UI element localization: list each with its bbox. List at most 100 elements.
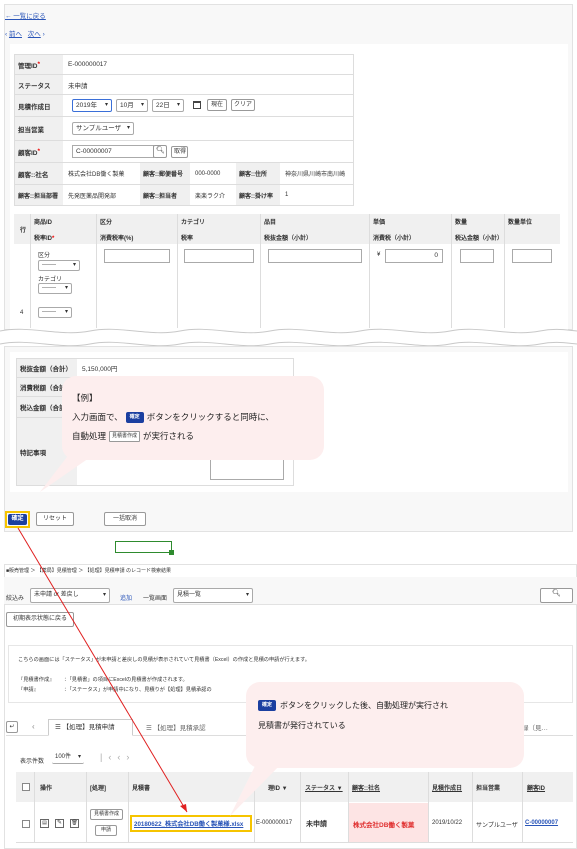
clear-button[interactable]: クリア [231,99,255,111]
list-col-ops: 操作 [40,786,53,792]
create-estimate-button[interactable]: 見積書作成 [90,809,123,820]
delete-icon[interactable]: 🗑︎ [70,819,79,828]
view-label: 一覧画面 [143,596,168,602]
today-button[interactable]: 現在 [207,99,227,111]
view-select[interactable]: 見積一覧 [173,588,253,603]
row-id: E-000000017 [256,820,293,826]
rate-value: 1 [285,192,289,198]
filter-select[interactable]: 未申請 or 差戻し [30,588,110,603]
chevron-right-icon: › [40,31,45,38]
col-kubun: 区分 [100,220,113,226]
sales-select[interactable]: サンプルユーザ [72,122,134,135]
search-button[interactable]: 🔍︎ [540,588,573,603]
col-tax-subtotal: 消費税（小計） [373,236,416,242]
category-select[interactable]: ------- [38,283,72,294]
category-input[interactable] [184,249,254,263]
kubun-select[interactable]: ------- [38,260,80,271]
person-label: 顧客::担当者 [140,185,190,205]
header-checkbox[interactable] [22,783,30,791]
list-col-company: 顧客::社名 [352,786,380,792]
cancel-all-button[interactable]: 一括取消 [104,512,146,526]
list-icon: ☰ [55,724,63,731]
status-label: ステータス [15,75,63,94]
apply-button[interactable]: 申請 [95,825,117,836]
reset-button[interactable]: リセット [36,512,74,526]
zip-value: 000-0000 [195,170,221,177]
company-value: 株式会社DB働く製菓 [68,172,125,178]
tab-estimate-approve[interactable]: ☰ 【処理】見積承認 [146,722,206,732]
col-item: 品目 [264,220,277,226]
customer-search-button[interactable]: 🔍︎ [153,145,167,158]
estimate-file-link[interactable]: 20180622_株式会社DB働く製菓様.xlsx [134,819,243,828]
col-qty-unit: 数量単位 [508,220,533,226]
category-label: カテゴリ [38,277,63,283]
list-col-customer: 顧客ID [527,786,546,792]
reset-view-button[interactable]: 初期表示状態に戻る [6,612,74,627]
tab-estimate-request[interactable]: ☰ 【処理】見積申請 [48,719,133,736]
confirm-chip: 確定 [258,700,277,712]
prev-link[interactable]: 前へ [9,31,22,38]
list-col-estimate: 見積書 [132,786,151,792]
col-qty: 数量 [455,220,468,226]
row-checkbox[interactable] [22,820,30,828]
confirm-button[interactable]: 確定 [8,514,27,525]
add-link[interactable]: 追加 [120,593,132,602]
row-number: 4 [20,310,24,316]
pager: ‹ 前へ 次へ › [5,28,45,38]
back-link[interactable]: ← 一覧に戻る [5,10,46,20]
bubble2-line2: 見積書が発行されている [258,721,346,730]
row-date: 2019/10/22 [432,820,463,826]
tax-id-select[interactable]: ------- [38,307,72,318]
next-link[interactable]: 次へ [28,31,41,38]
col-subtotal-in: 税込金額（小計） [455,236,504,242]
year-select[interactable]: 2019年 [72,99,112,112]
bubble1-line3: 自動処理 見積書作成 が実行される [72,431,195,443]
bubble1-line1: 【例】 [72,393,98,403]
id-value: E-000000017 [68,61,108,68]
count-select[interactable]: 100件 [52,752,84,764]
list-col-date: 見積作成日 [432,786,463,792]
day-select[interactable]: 22日 [152,99,184,112]
view-icon[interactable]: ▤ [40,819,49,828]
rate-label: 顧客::掛け率 [236,185,280,205]
desc-line-3: 『申請』 ：「ステータス」が申請中になり、見積りが【処理】見積承認の [18,687,212,693]
qty-input[interactable] [460,249,494,263]
yen-symbol: ¥ [377,252,381,258]
kubun-input[interactable] [104,249,170,263]
month-select[interactable]: 10月 [116,99,148,112]
tab-prev-icon[interactable]: ‹ [32,722,35,731]
confirm-chip: 確定 [125,412,144,424]
price-input[interactable]: 0 [385,249,443,263]
taxfree-total-value: 5,150,000円 [82,366,118,373]
col-product-id: 商品ID [34,220,53,226]
green-marker-dot [169,550,174,555]
kubun-label: 区分 [38,253,51,259]
tab-last[interactable]: 録（見… [522,722,548,732]
bubble2-tail [230,760,285,816]
collapse-button[interactable]: ↵ [6,721,18,733]
company-label: 顧客::社名 [15,163,63,184]
breadcrumb: ■販売管理 ＞ 【薬局】見積管理 ＞ 【処理】見積申請 のレコード検索結果 [6,568,171,574]
green-marker [115,541,172,553]
edit-icon[interactable]: ✎ [55,819,64,828]
col-tax-id: 税率ID* [34,236,55,242]
filter-label: 絞込み [6,596,25,602]
list-col-status: ステータス ▼ [305,786,343,792]
row-company: 株式会社DB働く製菓 [353,822,415,829]
col-unit-price: 単価 [373,220,386,226]
row-customer-link[interactable]: C-00000007 [525,820,558,826]
id-label: 管理ID * [15,55,63,74]
calendar-icon[interactable] [193,101,201,109]
fetch-button[interactable]: 取得 [171,146,188,158]
col-category: カテゴリ [181,220,206,226]
desc-line-1: こちらの画面には「ステータス」が未申請と差戻しの見積が表示されていて見積書（Ex… [18,657,310,663]
estimate-chip: 見積書作成 [109,431,141,443]
arrow-icon: ↵ [9,724,15,730]
pager-icons[interactable]: |‹‹› [100,752,135,762]
qty-unit-input[interactable] [512,249,552,263]
item-input[interactable] [268,249,362,263]
sales-label: 担当営業 [15,117,63,140]
customer-input[interactable]: C-00000007 [72,145,154,158]
dept-value: 先発医薬品開発部 [68,193,117,200]
zip-label: 顧客::郵便番号 [140,163,190,184]
